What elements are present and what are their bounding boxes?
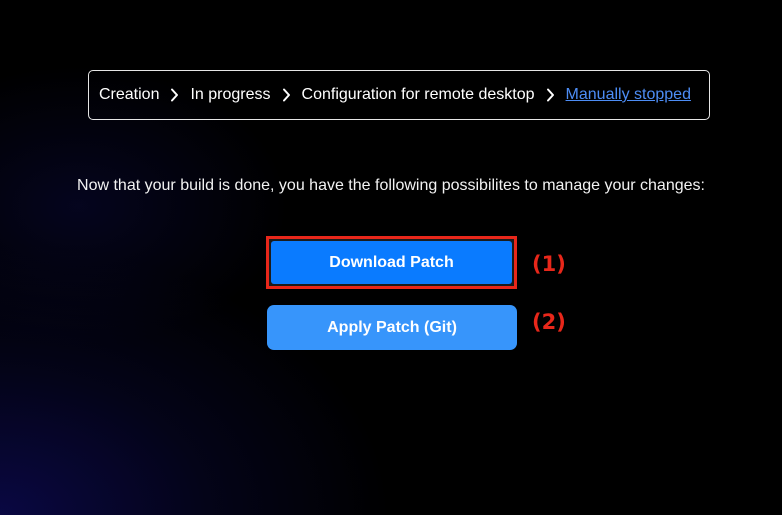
download-patch-button[interactable]: Download Patch (271, 241, 512, 284)
breadcrumb-item-creation[interactable]: Creation (99, 86, 159, 104)
breadcrumb-item-manually-stopped[interactable]: Manually stopped (566, 86, 691, 104)
chevron-right-icon (535, 85, 566, 105)
breadcrumb-item-configuration[interactable]: Configuration for remote desktop (302, 86, 535, 104)
chevron-right-icon (271, 85, 302, 105)
breadcrumb: Creation In progress Configuration for r… (88, 70, 710, 120)
annotation-label-1: (1) (532, 252, 566, 276)
chevron-right-icon (159, 85, 190, 105)
annotation-label-2: (2) (532, 310, 566, 334)
breadcrumb-item-in-progress[interactable]: In progress (190, 86, 270, 104)
build-done-description: Now that your build is done, you have th… (77, 177, 705, 194)
download-button-highlight: Download Patch (266, 236, 517, 289)
apply-patch-git-button[interactable]: Apply Patch (Git) (267, 305, 517, 350)
